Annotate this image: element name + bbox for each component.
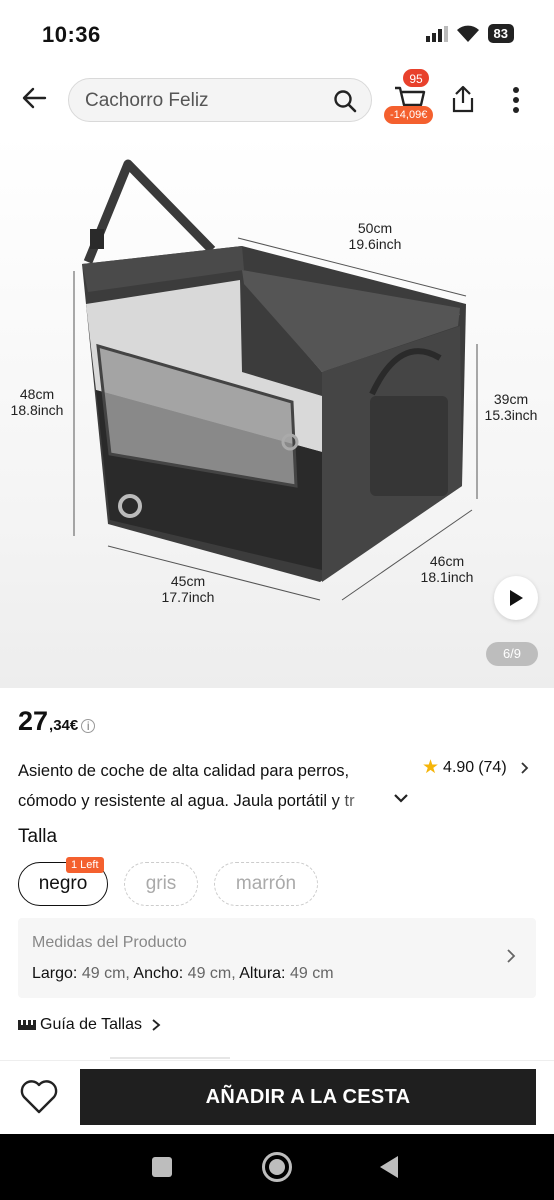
- status-bar: 10:36 83: [0, 0, 554, 68]
- size-option-marron[interactable]: marrón: [214, 862, 318, 906]
- more-options-icon[interactable]: [506, 84, 526, 116]
- recents-icon[interactable]: [152, 1157, 172, 1177]
- search-query: Cachorro Feliz: [85, 90, 209, 111]
- size-option-gris[interactable]: gris: [124, 862, 198, 906]
- signal-icon: [425, 25, 448, 42]
- product-title-line2: cómodo y resistente al agua. Jaula portá…: [18, 792, 355, 810]
- dim-bottom-right: 46cm 18.1inch: [412, 553, 482, 585]
- dim-top: 50cm 19.6inch: [340, 220, 410, 252]
- status-icons: 83: [425, 24, 514, 43]
- product-title: Asiento de coche de alta calidad para pe…: [18, 756, 390, 816]
- altura-label: Altura:: [239, 965, 286, 982]
- play-video-button[interactable]: [494, 576, 538, 620]
- bottom-action-bar: AÑADIR A LA CESTA: [0, 1060, 554, 1134]
- back-arrow-icon: [22, 87, 47, 109]
- product-image-gallery[interactable]: 50cm 19.6inch 48cm 18.8inch 39cm 15.3inc…: [0, 134, 554, 688]
- search-icon[interactable]: [333, 89, 357, 113]
- image-page-indicator: 6/9: [486, 642, 538, 666]
- dim-top-inch: 19.6inch: [348, 236, 402, 252]
- price-integer: 27: [18, 706, 49, 736]
- dim-bottom-right-cm: 46cm: [429, 553, 465, 569]
- battery-indicator: 83: [487, 24, 514, 43]
- largo-value: 49 cm,: [81, 965, 130, 982]
- add-to-cart-button[interactable]: AÑADIR A LA CESTA: [80, 1069, 536, 1125]
- dim-right: 39cm 15.3inch: [476, 391, 546, 423]
- dim-right-inch: 15.3inch: [484, 407, 538, 423]
- ruler-icon: [18, 1020, 36, 1030]
- chevron-right-icon: [507, 949, 516, 963]
- size-guide-link[interactable]: Guía de Tallas: [18, 1016, 162, 1034]
- dim-left: 48cm 18.8inch: [2, 386, 72, 418]
- rating-summary[interactable]: ★ 4.90 (74): [422, 756, 531, 779]
- size-guide-label: Guía de Tallas: [40, 1016, 142, 1033]
- product-photo: [73, 159, 478, 601]
- home-icon[interactable]: [262, 1152, 292, 1182]
- dim-right-cm: 39cm: [493, 391, 529, 407]
- divider: [110, 1057, 230, 1059]
- rating-count: (74): [478, 758, 507, 776]
- product-page: 10:36 83 Cachorro Feliz 95 -14,09€ 50cm …: [0, 0, 554, 1200]
- info-icon[interactable]: i: [81, 719, 96, 733]
- size-section-title: Talla: [18, 826, 58, 847]
- top-bar: Cachorro Feliz 95 -14,09€: [0, 68, 554, 134]
- system-back-icon[interactable]: [380, 1156, 398, 1178]
- stock-left-badge: 1 Left: [66, 857, 104, 873]
- dim-top-cm: 50cm: [357, 220, 393, 236]
- play-icon: [510, 590, 523, 606]
- altura-value: 49 cm: [289, 965, 334, 982]
- cart-discount-badge: -14,09€: [384, 106, 434, 124]
- dim-bottom-left-inch: 17.7inch: [161, 589, 215, 605]
- cart-count-badge: 95: [402, 68, 430, 88]
- expand-title-chevron-icon[interactable]: [392, 790, 410, 806]
- price: 27 ,34€ i: [18, 706, 96, 737]
- heart-icon[interactable]: [18, 1077, 60, 1117]
- dim-bottom-left-cm: 45cm: [170, 573, 206, 589]
- status-time: 10:36: [42, 22, 101, 47]
- search-input[interactable]: Cachorro Feliz: [68, 78, 372, 122]
- ancho-label: Ancho:: [133, 965, 184, 982]
- dim-left-cm: 48cm: [19, 386, 55, 402]
- ancho-value: 49 cm,: [187, 965, 236, 982]
- price-decimal: ,34€: [49, 717, 79, 734]
- measurements-values: Largo: 49 cm, Ancho: 49 cm, Altura: 49 c…: [32, 965, 334, 983]
- back-button[interactable]: [18, 82, 50, 114]
- product-measurements[interactable]: Medidas del Producto Largo: 49 cm, Ancho…: [18, 918, 536, 998]
- largo-label: Largo:: [32, 965, 78, 982]
- star-icon: ★: [422, 757, 440, 778]
- wifi-icon: [456, 25, 479, 42]
- system-navigation-bar: [0, 1134, 554, 1200]
- share-icon[interactable]: [448, 84, 478, 114]
- rating-value: 4.90: [443, 758, 475, 776]
- chevron-right-icon: [152, 1019, 161, 1031]
- dim-left-inch: 18.8inch: [10, 402, 64, 418]
- dim-bottom-left: 45cm 17.7inch: [152, 573, 224, 605]
- dim-bottom-right-inch: 18.1inch: [420, 569, 474, 585]
- chevron-right-icon: [521, 761, 528, 774]
- measurements-title: Medidas del Producto: [32, 934, 187, 951]
- product-title-line1: Asiento de coche de alta calidad para pe…: [18, 762, 350, 780]
